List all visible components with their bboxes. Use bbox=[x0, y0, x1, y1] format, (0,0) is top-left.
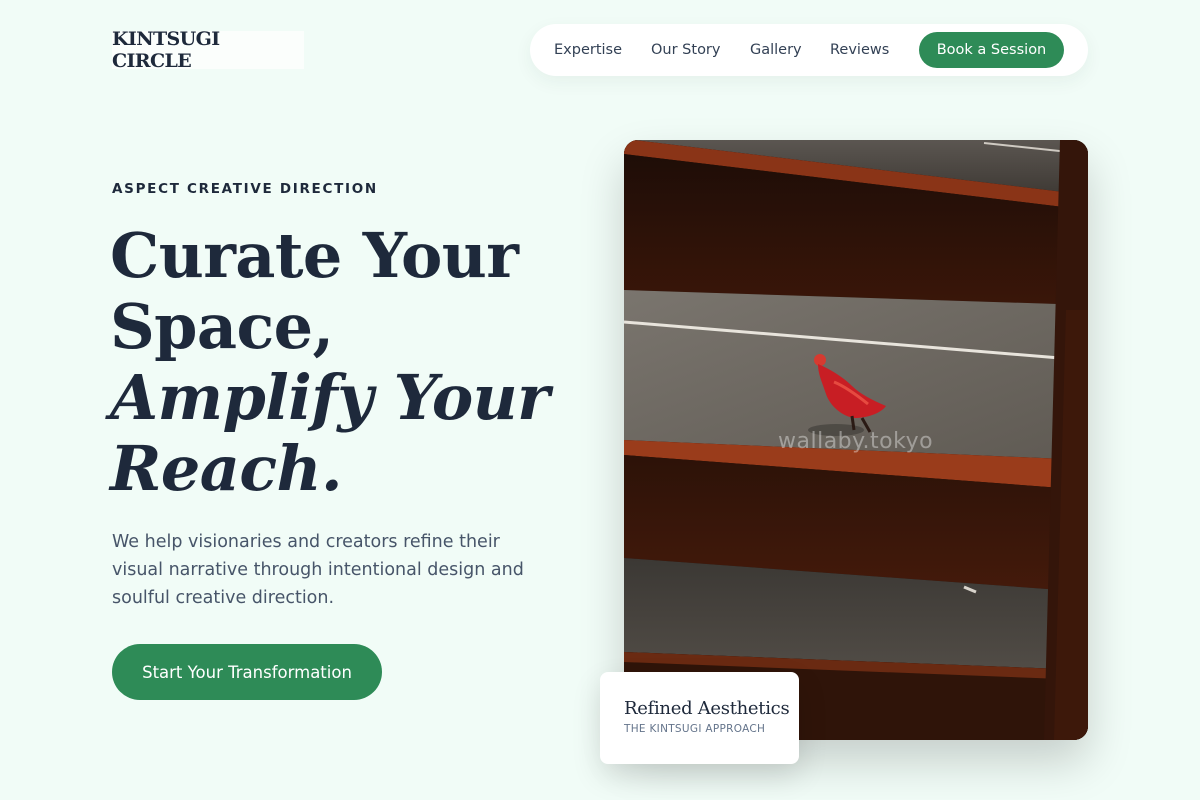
photo-watermark: wallaby.tokyo bbox=[778, 429, 934, 454]
description-line: We help visionaries and creators refine … bbox=[112, 532, 500, 552]
hero-photo: wallaby.tokyo bbox=[624, 140, 1088, 740]
card-subtitle: THE KINTSUGI APPROACH bbox=[624, 723, 766, 735]
card-title: Refined Aesthetics bbox=[624, 698, 790, 719]
hero-headline: Curate Your Space, Amplify Your Reach. bbox=[110, 220, 590, 504]
hero-description: We help visionaries and creators refine … bbox=[112, 528, 552, 612]
brand-logo[interactable]: KINTSUGI CIRCLE bbox=[112, 28, 304, 72]
headline-line: Space, bbox=[110, 290, 334, 363]
description-line: soulful creative direction. bbox=[112, 588, 335, 608]
description-line: visual narrative through intentional des… bbox=[112, 560, 524, 580]
nav-link-our-story[interactable]: Our Story bbox=[651, 24, 720, 76]
start-transformation-button[interactable]: Start Your Transformation bbox=[112, 644, 382, 700]
nav-link-gallery[interactable]: Gallery bbox=[750, 24, 802, 76]
hero-eyebrow: ASPECT CREATIVE DIRECTION bbox=[112, 181, 378, 197]
refined-aesthetics-card: Refined Aesthetics THE KINTSUGI APPROACH bbox=[600, 672, 799, 764]
nav-link-expertise[interactable]: Expertise bbox=[554, 24, 622, 76]
headline-line: Curate Your bbox=[110, 219, 519, 292]
headline-italic-line: Reach. bbox=[110, 432, 343, 505]
top-nav: Expertise Our Story Gallery Reviews Book… bbox=[530, 24, 1088, 76]
nav-link-reviews[interactable]: Reviews bbox=[830, 24, 889, 76]
book-session-button[interactable]: Book a Session bbox=[919, 32, 1064, 68]
headline-italic-line: Amplify Your bbox=[110, 361, 550, 434]
